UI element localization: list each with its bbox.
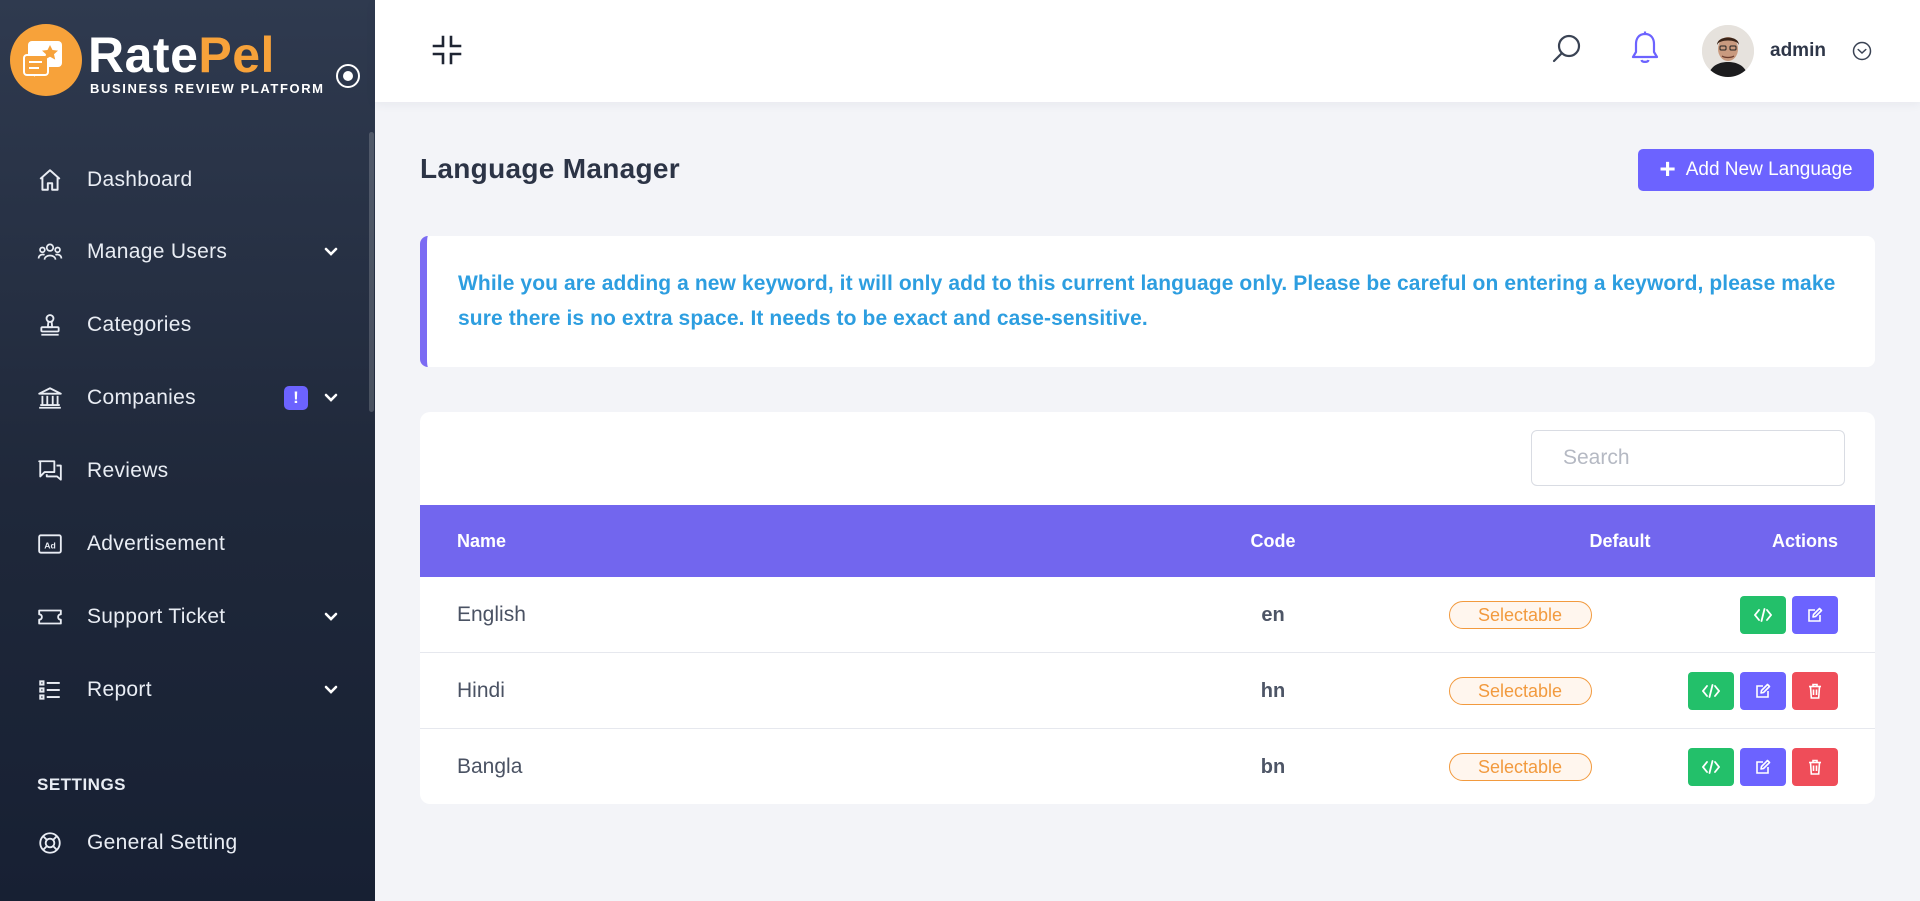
column-header-name: Name: [457, 530, 507, 551]
add-new-language-button[interactable]: + Add New Language: [1638, 149, 1874, 191]
sidebar-item-support-ticket[interactable]: Support Ticket: [0, 589, 375, 645]
sidebar-item-label: Support Ticket: [87, 605, 226, 628]
row-actions: [1688, 729, 1838, 804]
languages-card: Name Code Default Actions English en Sel…: [420, 412, 1875, 804]
table-row: Bangla bn Selectable: [420, 729, 1875, 804]
review-star-icon: [10, 24, 82, 96]
bell-icon[interactable]: [1629, 30, 1661, 66]
table-row: Hindi hn Selectable: [420, 653, 1875, 729]
status-badge: Selectable: [1448, 601, 1592, 629]
status-badge: Selectable: [1448, 753, 1592, 781]
page-title: Language Manager: [420, 153, 680, 184]
user-name: admin: [1770, 40, 1826, 61]
column-header-code: Code: [1250, 530, 1296, 551]
search-input[interactable]: [1531, 430, 1845, 486]
sidebar-toggle[interactable]: [336, 64, 360, 88]
delete-button[interactable]: [1792, 672, 1838, 710]
chevron-down-icon: [322, 681, 340, 699]
sidebar-item-label: Categories: [87, 313, 192, 336]
edit-keywords-button[interactable]: [1688, 672, 1734, 710]
sidebar-item-label: Advertisement: [87, 532, 226, 555]
chevron-down-icon: [322, 608, 340, 626]
alert-badge: !: [284, 386, 308, 410]
edit-button[interactable]: [1740, 748, 1786, 786]
search-icon[interactable]: [1550, 32, 1584, 66]
stamp-icon: [36, 311, 64, 339]
lifebuoy-icon: [36, 829, 64, 857]
sidebar-item-label: Manage Users: [87, 240, 228, 263]
edit-button[interactable]: [1740, 672, 1786, 710]
language-code: bn: [1260, 755, 1286, 778]
chat-icon: [36, 457, 64, 485]
list-icon: [36, 676, 64, 704]
sidebar-item-advertisement[interactable]: Ad Advertisement: [0, 516, 375, 572]
plus-icon: +: [1659, 152, 1676, 184]
default-cell: Selectable: [1330, 729, 1710, 804]
edit-button[interactable]: [1792, 596, 1838, 634]
default-cell: Selectable: [1330, 577, 1710, 653]
sidebar-item-categories[interactable]: Categories: [0, 297, 375, 353]
topbar: admin: [375, 0, 1920, 102]
sidebar-item-label: Dashboard: [87, 168, 193, 191]
default-cell: Selectable: [1330, 653, 1710, 729]
language-name: English: [457, 603, 526, 626]
language-name: Bangla: [457, 755, 523, 778]
sidebar-item-companies[interactable]: Companies !: [0, 370, 375, 426]
ticket-icon: [36, 603, 64, 631]
chevron-down-circle-icon: [1852, 41, 1872, 61]
language-code: hn: [1260, 679, 1286, 702]
home-icon: [36, 166, 64, 194]
brand-logo[interactable]: RatePel BUSINESS REVIEW PLATFORM: [10, 24, 330, 100]
chevron-down-icon: [322, 243, 340, 261]
language-name: Hindi: [457, 679, 505, 702]
notice-alert: While you are adding a new keyword, it w…: [420, 236, 1875, 367]
edit-keywords-button[interactable]: [1740, 596, 1786, 634]
sidebar-item-label: General Setting: [87, 831, 238, 854]
sidebar-item-report[interactable]: Report: [0, 662, 375, 718]
sidebar: RatePel BUSINESS REVIEW PLATFORM Dashboa…: [0, 0, 375, 901]
language-code: en: [1261, 603, 1285, 626]
notice-text: While you are adding a new keyword, it w…: [458, 272, 1836, 330]
sidebar-item-dashboard[interactable]: Dashboard: [0, 152, 375, 208]
column-header-actions: Actions: [1771, 530, 1838, 551]
svg-text:Ad: Ad: [44, 540, 56, 550]
sidebar-item-general-setting[interactable]: General Setting: [0, 815, 375, 871]
exit-fullscreen-icon[interactable]: [431, 34, 463, 66]
table-row: English en Selectable: [420, 577, 1875, 653]
table-header: Name Code Default Actions: [420, 505, 1875, 577]
user-menu[interactable]: admin: [1702, 25, 1902, 77]
brand-name: RatePel: [88, 27, 275, 83]
row-actions: [1688, 653, 1838, 729]
sidebar-item-manage-users[interactable]: Manage Users: [0, 224, 375, 280]
settings-section-title: SETTINGS: [37, 775, 127, 794]
row-actions: [1740, 577, 1838, 653]
sidebar-item-label: Reviews: [87, 459, 169, 482]
bank-icon: [36, 384, 64, 412]
status-badge: Selectable: [1448, 677, 1592, 705]
sidebar-item-reviews[interactable]: Reviews: [0, 443, 375, 499]
add-button-label: Add New Language: [1685, 159, 1853, 180]
brand-tagline: BUSINESS REVIEW PLATFORM: [90, 81, 325, 96]
sidebar-item-label: Companies: [87, 386, 196, 409]
delete-button[interactable]: [1792, 748, 1838, 786]
users-icon: [36, 238, 64, 266]
sidebar-item-label: Report: [87, 678, 152, 701]
edit-keywords-button[interactable]: [1688, 748, 1734, 786]
avatar: [1702, 25, 1754, 77]
column-header-default: Default: [1589, 530, 1651, 551]
ad-icon: Ad: [36, 530, 64, 558]
chevron-down-icon: [322, 389, 340, 407]
